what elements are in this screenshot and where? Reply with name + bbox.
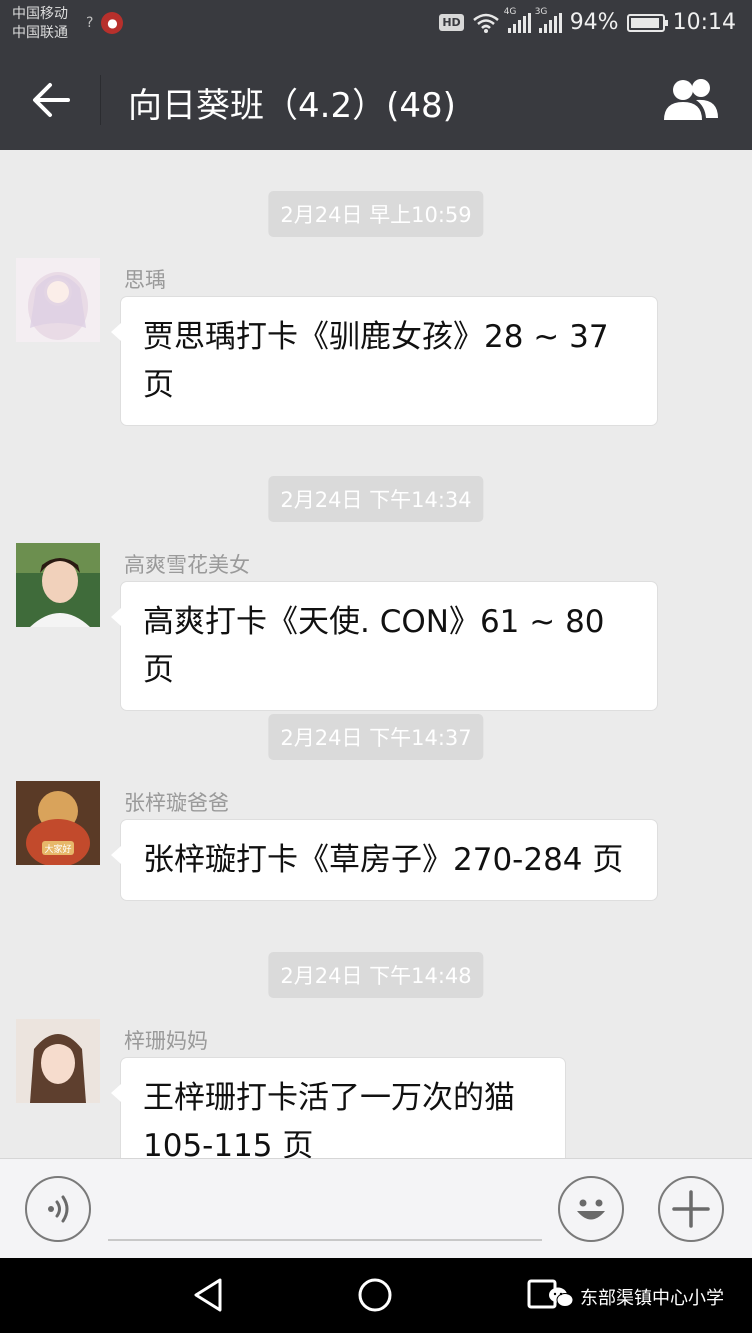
- message-bubble[interactable]: 高爽打卡《天使. CON》61 ~ 80 页: [111, 581, 658, 711]
- group-members-icon[interactable]: [662, 78, 720, 122]
- battery-icon: [626, 13, 668, 32]
- message-timestamp: 2月24日 下午14:37: [268, 714, 484, 760]
- hd-icon: HD: [439, 14, 464, 31]
- avatar-caption: 大家好: [44, 843, 71, 855]
- unknown-wifi-icon: ?: [86, 15, 94, 31]
- signal-4g-icon: 4G: [504, 7, 531, 33]
- arrow-left-icon[interactable]: [30, 80, 72, 120]
- sender-name: 梓珊妈妈: [124, 1029, 208, 1053]
- sender-name: 高爽雪花美女: [124, 553, 250, 577]
- notification-badge-icon: ●: [101, 12, 124, 34]
- emoji-icon[interactable]: [558, 1176, 624, 1242]
- chat-title: 向日葵班（4.2）(48): [128, 86, 456, 126]
- header-divider: [100, 75, 101, 125]
- carrier-1: 中国移动: [12, 6, 68, 22]
- sender-name: 思瑀: [124, 268, 166, 292]
- system-nav-bar: 东部渠镇中心小学: [0, 1258, 752, 1333]
- nav-back-icon[interactable]: [190, 1276, 228, 1314]
- message-timestamp: 2月24日 早上10:59: [268, 191, 484, 237]
- wechat-logo-icon: [549, 1287, 574, 1307]
- message-timestamp: 2月24日 下午14:34: [268, 476, 484, 522]
- watermark-text: 东部渠镇中心小学: [580, 1288, 724, 1309]
- avatar[interactable]: [16, 543, 100, 627]
- chat-header: 向日葵班（4.2）(48): [0, 50, 752, 150]
- avatar[interactable]: 大家好: [16, 781, 100, 865]
- clock: 10:14: [672, 10, 736, 35]
- avatar[interactable]: [16, 1019, 100, 1103]
- signal-3g-icon: 3G: [535, 7, 562, 33]
- message-bubble[interactable]: 张梓璇打卡《草房子》270-284 页: [111, 819, 658, 901]
- voice-icon[interactable]: [25, 1176, 91, 1242]
- message-bubble[interactable]: 王梓珊打卡活了一万次的猫 105-115 页: [111, 1057, 566, 1158]
- avatar[interactable]: [16, 258, 100, 342]
- carrier-2: 中国联通: [12, 25, 68, 41]
- watermark: 东部渠镇中心小学: [548, 1284, 724, 1310]
- chat-message-list[interactable]: 2月24日 早上10:59 思瑀 贾思瑀打卡《驯鹿女孩》28 ~ 37 页 2月…: [0, 150, 752, 1158]
- nav-home-icon[interactable]: [356, 1276, 394, 1314]
- plus-icon[interactable]: [658, 1176, 724, 1242]
- wifi-icon: [472, 13, 499, 33]
- message-text: 高爽打卡《天使. CON》61 ~ 80 页: [143, 604, 605, 688]
- message-text: 王梓珊打卡活了一万次的猫: [143, 1080, 515, 1116]
- message-input[interactable]: [108, 1239, 542, 1241]
- status-bar: 中国移动 中国联通 ? ● HD 4G 3G 94% 10:14: [0, 0, 752, 50]
- carrier-labels: 中国移动 中国联通: [12, 5, 68, 43]
- message-bubble[interactable]: 贾思瑀打卡《驯鹿女孩》28 ~ 37 页: [111, 296, 658, 426]
- input-bar: [0, 1158, 752, 1258]
- message-timestamp: 2月24日 下午14:48: [268, 952, 484, 998]
- message-text: 张梓璇打卡《草房子》270-284 页: [143, 842, 624, 878]
- message-text: 贾思瑀打卡《驯鹿女孩》28 ~ 37: [143, 319, 609, 355]
- message-text-continued: 页: [143, 367, 174, 403]
- battery-percent: 94%: [569, 10, 619, 35]
- message-text-continued: 105-115 页: [143, 1128, 314, 1158]
- sender-name: 张梓璇爸爸: [124, 791, 229, 815]
